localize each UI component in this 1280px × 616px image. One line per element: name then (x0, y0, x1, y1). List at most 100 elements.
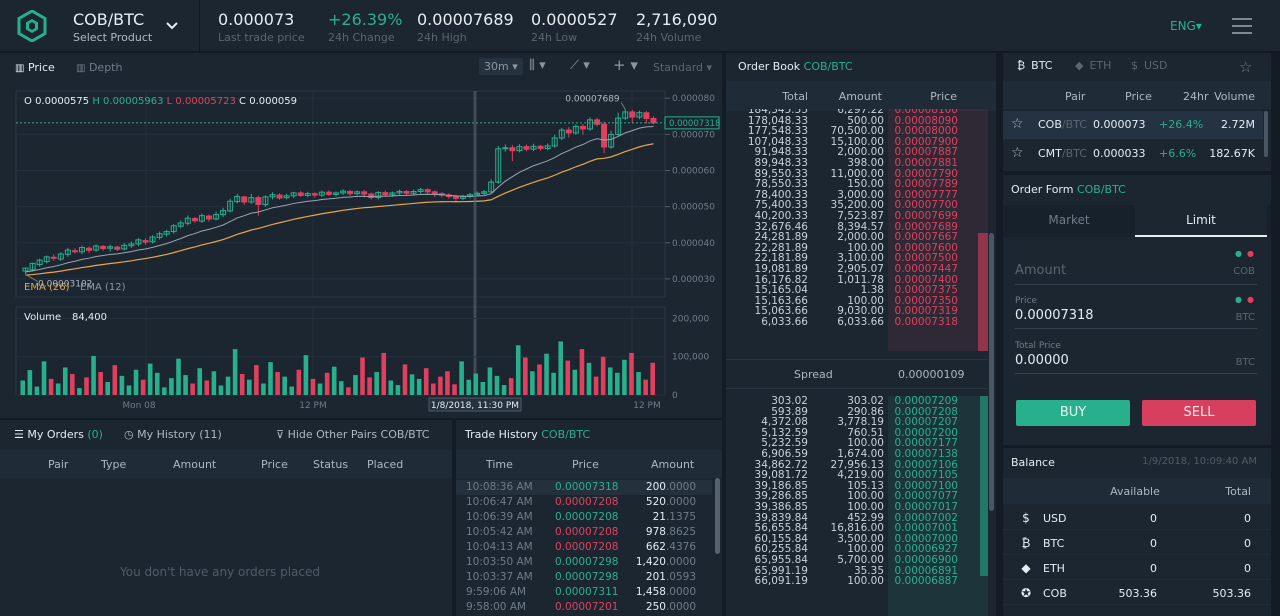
volume-bar (112, 365, 118, 395)
volume-bar (20, 380, 26, 395)
asks-list[interactable]: 184,345.55 6,297.22 0.00008100 178,048.33 50… (726, 109, 996, 351)
tab-market[interactable]: Market (1003, 213, 1135, 227)
balance-available: 0 (1150, 562, 1157, 575)
trade-time: 10:05:42 AM (466, 526, 533, 538)
volume-bar (367, 377, 372, 395)
time-tick-label: Mon 08 (122, 401, 156, 411)
history-icon: ◷ (124, 428, 134, 441)
bid-row[interactable]: 65,955.84 5,700.00 0.00006900 (726, 555, 996, 566)
buy-button[interactable]: BUY (1016, 400, 1130, 426)
bid-amount: 303.02 (847, 396, 884, 407)
hide-other-pairs-toggle[interactable]: ⊽ Hide Other Pairs COB/BTC (276, 428, 429, 441)
indicators-button[interactable]: ⫼ ▾ (529, 58, 546, 73)
tab-depth[interactable]: ▥ Depth (76, 61, 122, 74)
price-tick-label: 0.000040 (672, 239, 715, 249)
language-selector[interactable]: ENG▾ (1170, 19, 1202, 33)
stat-value: 0.00007689 (417, 10, 514, 29)
chart-toolbar: ▥ Price ▥ Depth 30m ▾ ⫼ ▾ ⟋ ▾ + ▾ Standa… (0, 53, 722, 81)
balance-total: 503.36 (1212, 587, 1252, 600)
bids-list[interactable]: 303.02 303.02 0.00007209 593.89 290.86 0.0000… (726, 396, 996, 616)
star-icon[interactable]: ☆ (1011, 145, 1024, 161)
trade-amount-dec: .0593 (665, 571, 696, 583)
sell-button[interactable]: SELL (1142, 400, 1256, 426)
trade-row[interactable]: 10:06:47 AM 0.00007208 520.0000 (456, 495, 712, 510)
market-tab-usd[interactable]: $ USD (1131, 59, 1168, 72)
volume-bar (466, 379, 471, 395)
volume-bar (331, 366, 337, 395)
select-product-label[interactable]: Select Product (73, 31, 152, 44)
trade-row[interactable]: 10:03:37 AM 0.00007298 201.0593 (456, 570, 712, 585)
trade-amount: 1,458.0000 (636, 586, 696, 598)
ask-row[interactable]: 89,948.33 398.00 0.00007881 (726, 158, 996, 169)
candle-body (643, 112, 650, 119)
trade-row[interactable]: 10:06:39 AM 0.00007208 21.1375 (456, 510, 712, 525)
chart-mode-select[interactable]: Standard ▾ (653, 61, 712, 74)
product-pair[interactable]: COB/BTC (73, 10, 144, 29)
order-book-scrollbar[interactable] (989, 233, 994, 511)
ask-price: 0.00007318 (894, 315, 958, 328)
interval-select[interactable]: 30m ▾ (479, 58, 523, 75)
trade-row[interactable]: 9:58:00 AM 0.00007201 250.0000 (456, 600, 712, 615)
ask-row[interactable]: 40,200.33 7,523.87 0.00007699 (726, 211, 996, 222)
market-pair: CMT/BTC (1038, 147, 1087, 160)
market-change: +6.6% (1159, 147, 1197, 160)
hamburger-menu-icon[interactable] (1232, 18, 1252, 34)
price-label: Price (1015, 296, 1037, 306)
trade-history-pair: COB/BTC (541, 428, 591, 441)
trade-amount-dec: .0000 (665, 496, 696, 508)
markets-scrollbar[interactable] (1264, 111, 1268, 157)
ask-row[interactable]: 19,081.89 2,905.07 0.00007447 (726, 264, 996, 275)
trade-amount: 520.0000 (646, 496, 696, 508)
trade-row[interactable]: 9:59:06 AM 0.00007311 1,458.0000 (456, 585, 712, 600)
market-tab-btc[interactable]: ₿ BTC (1017, 59, 1052, 72)
trade-amount: 1,420.0000 (636, 556, 696, 568)
volume-bar (622, 359, 627, 395)
volume-bar (593, 376, 599, 395)
favorites-star-icon[interactable]: ☆ (1239, 58, 1252, 76)
ask-row[interactable]: 6,033.66 6,033.66 0.00007318 (726, 317, 996, 328)
markets-panel: ₿ BTC ◆ ETH $ USD ☆ Pair Price 24hr Volume ☆ COB/… (1003, 53, 1271, 171)
market-row[interactable]: ☆ CMT/BTC 0.000033 +6.6% 182.67K (1003, 140, 1263, 168)
star-icon[interactable]: ☆ (1011, 116, 1024, 132)
trade-row[interactable]: 10:04:13 AM 0.00007208 662.4376 (456, 540, 712, 555)
chevron-down-icon[interactable] (163, 17, 181, 35)
trade-col-header: Amount (651, 458, 695, 471)
volume-bar (360, 357, 365, 395)
price-volume-chart[interactable]: 0.000080 0.000070 0.000060 0.000050 0.000040… (0, 81, 722, 418)
bid-row[interactable]: 6,906.59 1,674.00 0.00007138 (726, 449, 996, 460)
trade-amount-int: 1,420 (635, 556, 666, 568)
trade-row[interactable]: 10:08:36 AM 0.00007318 200.0000 (456, 480, 712, 495)
trade-row[interactable]: 10:05:42 AM 0.00007208 978.8625 (456, 525, 712, 540)
tab-price[interactable]: ▥ Price (15, 61, 55, 74)
drawing-tools-button[interactable]: ⟋ ▾ (570, 58, 590, 73)
volume-bar (190, 383, 195, 395)
ask-price: 0.00007447 (894, 262, 958, 275)
indicators-icon: ⫼ (529, 58, 535, 73)
volume-current-value: 84,400 (72, 312, 107, 323)
exchange-app: COB/BTC Select Product 0.000073 Last trad… (0, 0, 1280, 616)
tab-my-history[interactable]: ◷ My History (11) (124, 428, 222, 441)
tab-my-orders[interactable]: ☰ My Orders (0) (14, 428, 103, 441)
ethereum-icon: ◆ (1021, 561, 1031, 575)
amount-input[interactable]: Amount (1015, 263, 1066, 278)
candle-body (50, 256, 57, 259)
price-input[interactable]: 0.00007318 (1015, 308, 1094, 323)
bid-total: 6,906.59 (761, 447, 808, 460)
order-book-pair: COB/BTC (803, 60, 853, 73)
chart-area[interactable]: 0.000080 0.000070 0.000060 0.000050 0.000040… (0, 81, 722, 418)
bid-row[interactable]: 303.02 303.02 0.00007209 (726, 396, 996, 407)
market-row[interactable]: ☆ COB/BTC 0.000073 +26.4% 2.72M (1003, 111, 1263, 139)
price-chart-frame (15, 90, 666, 298)
bid-row[interactable]: 66,091.19 100.00 0.00006887 (726, 576, 996, 587)
volume-bar (438, 376, 443, 395)
market-tab-eth[interactable]: ◆ ETH (1075, 59, 1111, 72)
balance-row: ◆ ETH 0 0 (1003, 556, 1271, 580)
exchange-logo-icon[interactable] (16, 10, 48, 42)
trade-history-label: Trade History (465, 428, 538, 441)
trade-row[interactable]: 10:03:50 AM 0.00007298 1,420.0000 (456, 555, 712, 570)
bid-row[interactable]: 39,386.85 100.00 0.00007017 (726, 502, 996, 513)
crosshair-button[interactable]: + ▾ (613, 56, 638, 74)
trade-history-scrollbar[interactable] (715, 478, 720, 554)
candle-body (452, 196, 459, 199)
orders-count: (0) (87, 428, 103, 441)
